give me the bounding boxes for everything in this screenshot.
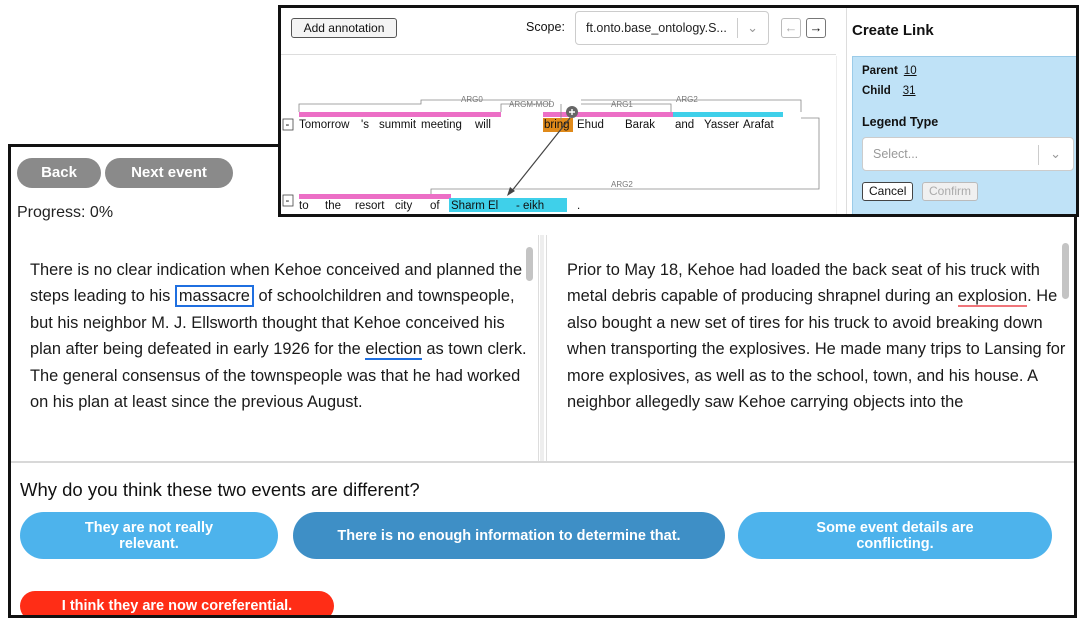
right-passage-pane[interactable]: Prior to May 18, Kehoe had loaded the ba… (546, 235, 1074, 461)
event-mention-explosion[interactable]: explosion (957, 287, 1028, 308)
token[interactable]: to (299, 200, 309, 212)
section-divider (11, 461, 1074, 463)
span-bar-argm-mod (456, 112, 501, 117)
parent-row: Parent 10 (862, 65, 917, 77)
chevron-down-icon: ⌄ (1050, 146, 1061, 161)
token[interactable]: Ehud (577, 119, 604, 131)
choice-not-relevant-button[interactable]: They are not really relevant. (20, 512, 278, 559)
annotation-window: Add annotation Scope: ft.onto.base_ontol… (278, 5, 1079, 217)
link-form: Parent 10 Child 31 Legend Type Select... ⌄… (852, 56, 1076, 214)
token[interactable]: city (395, 200, 413, 212)
token[interactable]: will (474, 119, 491, 131)
left-pane-scrollbar[interactable] (526, 247, 533, 281)
child-value-link[interactable]: 31 (903, 85, 916, 97)
token[interactable]: summit (379, 119, 417, 131)
token[interactable]: meeting (421, 119, 462, 131)
span-bar-arg1 (573, 112, 673, 117)
token[interactable]: of (430, 200, 440, 212)
annotation-toolbar: Add annotation Scope: ft.onto.base_ontol… (281, 8, 836, 55)
left-passage-pane[interactable]: There is no clear indication when Kehoe … (29, 235, 539, 461)
child-row: Child 31 (862, 85, 916, 97)
legend-type-select[interactable]: Select... ⌄ (862, 137, 1074, 171)
cancel-button[interactable]: Cancel (862, 182, 914, 201)
select-separator (737, 18, 738, 38)
choice-not-enough-info-button[interactable]: There is no enough information to determ… (293, 512, 725, 559)
event-mention-election[interactable]: election (365, 340, 422, 361)
select-separator (1038, 145, 1039, 165)
choice-conflicting-button[interactable]: Some event details are conflicting. (738, 512, 1052, 559)
token[interactable]: Yasser (704, 119, 739, 131)
span-bar-arg0 (299, 112, 456, 117)
token[interactable]: Tomorrow (299, 119, 350, 131)
token[interactable]: Arafat (743, 119, 774, 131)
token-predicate[interactable]: bring (544, 119, 570, 131)
next-arrow-button[interactable]: → (806, 18, 826, 38)
relation-label-argm-mod: ARGM-MOD (509, 100, 555, 109)
token[interactable]: - eikh (516, 200, 544, 212)
scope-label: Scope: (526, 20, 565, 34)
token[interactable]: resort (355, 200, 385, 212)
relation-label-arg1: ARG1 (611, 100, 633, 109)
annotation-canvas[interactable]: ARG0 ARGM-MOD ARG1 ARG2 - - Tomorrow 's … (281, 56, 836, 214)
pane-divider (540, 235, 544, 463)
create-link-panel: Create Link Parent 10 Child 31 Legend Type… (846, 8, 1076, 214)
legend-placeholder: Select... (873, 147, 919, 161)
relation-label-arg0: ARG0 (461, 95, 483, 104)
parent-label: Parent (862, 65, 898, 77)
legend-type-label: Legend Type (862, 115, 939, 129)
progress-indicator: Progress: 0% (17, 204, 114, 221)
child-label: Child (862, 85, 891, 97)
chevron-down-icon: ⌄ (747, 20, 758, 35)
previous-arrow-button[interactable]: ← (781, 18, 801, 38)
choice-coreferential-button[interactable]: I think they are now coreferential. (20, 591, 334, 615)
token[interactable]: . (577, 200, 580, 212)
span-bar-line2 (299, 194, 431, 199)
back-button[interactable]: Back (17, 158, 101, 188)
token[interactable]: Barak (625, 119, 655, 131)
confirm-button[interactable]: Confirm (922, 182, 979, 201)
link-drag-line (510, 117, 571, 193)
collapse-marker: - (286, 119, 290, 131)
relation-label-arg2-top: ARG2 (676, 95, 698, 104)
scope-value: ft.onto.base_ontology.S... (586, 21, 727, 35)
right-pane-scrollbar[interactable] (1062, 243, 1069, 299)
token[interactable]: 's (361, 119, 369, 131)
add-annotation-button[interactable]: Add annotation (291, 18, 397, 38)
next-event-button[interactable]: Next event (105, 158, 233, 188)
question-prompt: Why do you think these two events are di… (20, 479, 420, 500)
relation-label-arg2-bottom: ARG2 (611, 180, 633, 189)
annotation-scroll-strip (836, 56, 846, 214)
token[interactable]: Sharm (451, 200, 485, 212)
collapse-marker: - (286, 195, 290, 207)
parent-value-link[interactable]: 10 (904, 65, 917, 77)
token[interactable]: and (675, 119, 694, 131)
token[interactable]: El (488, 200, 498, 212)
event-mention-massacre[interactable]: massacre (174, 285, 254, 308)
token[interactable]: the (325, 200, 341, 212)
span-bar-loc (431, 194, 451, 199)
create-link-title: Create Link (852, 22, 934, 39)
scope-select[interactable]: ft.onto.base_ontology.S... ⌄ (575, 11, 769, 45)
span-bar-arg2 (673, 112, 783, 117)
arc-arg2-bottom-tail (430, 188, 641, 195)
